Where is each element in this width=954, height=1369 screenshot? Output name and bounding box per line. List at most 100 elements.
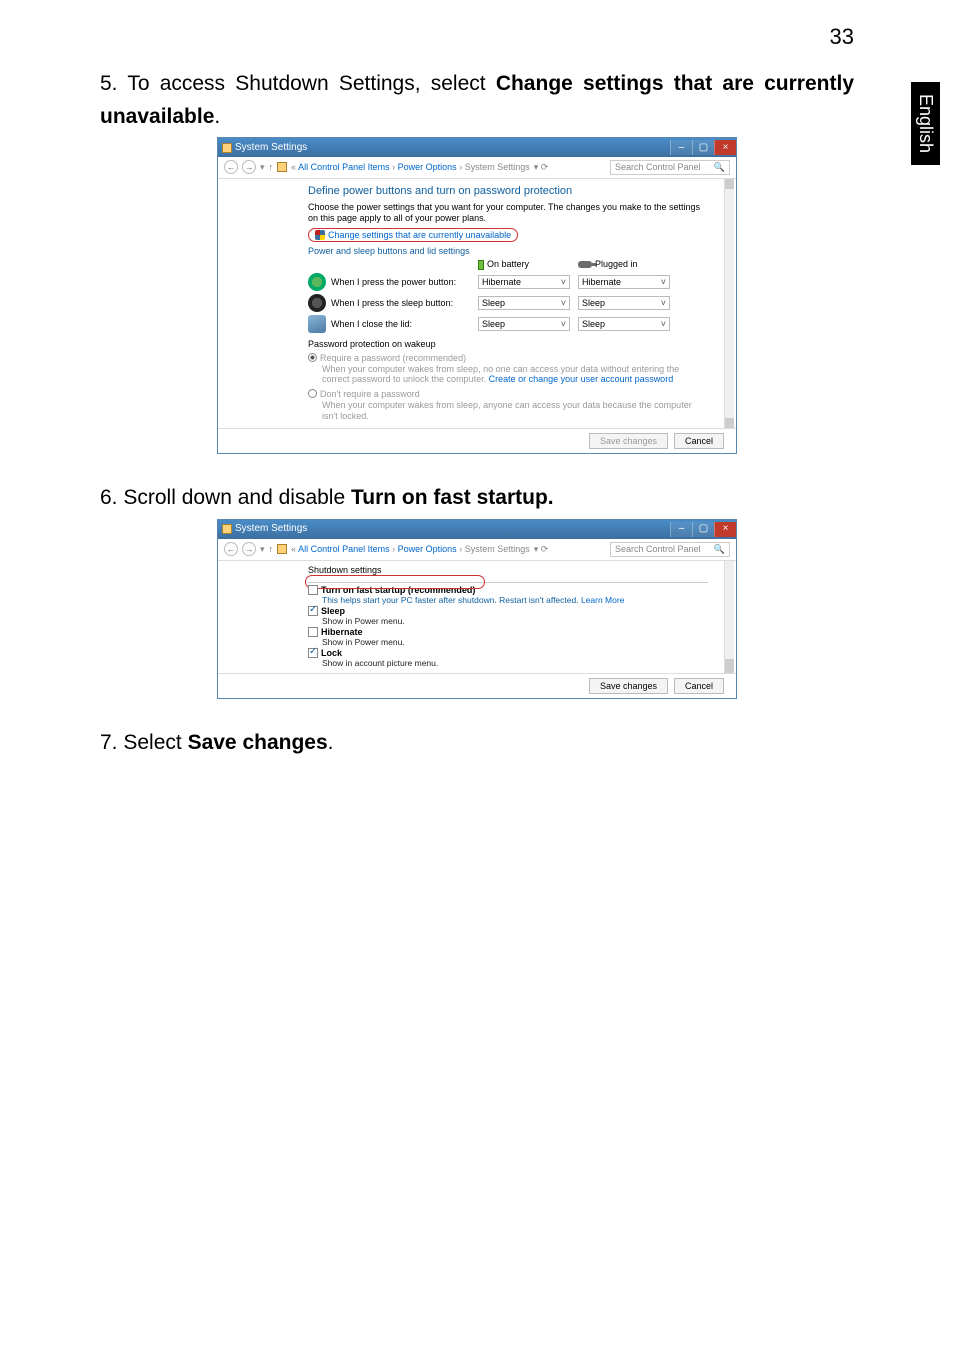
- fast-startup-desc: This helps start your PC faster after sh…: [322, 595, 708, 605]
- section-body: Choose the power settings that you want …: [308, 202, 708, 224]
- section-heading: Define power buttons and turn on passwor…: [308, 185, 708, 198]
- crumb-sep1: ›: [392, 162, 395, 172]
- vertical-scrollbar[interactable]: [724, 561, 734, 673]
- dont-require-password-desc: When your computer wakes from sleep, any…: [322, 400, 708, 422]
- crumb-sep2: ›: [459, 544, 462, 554]
- power-button-icon: [308, 273, 326, 291]
- change-settings-link-text: Change settings that are currently unava…: [328, 230, 511, 240]
- nav-sep: ▾: [260, 544, 265, 555]
- system-settings-window-2: System Settings – ▢ × ← → ▾ ↑ « All Cont…: [217, 519, 737, 699]
- crumb-3: System Settings: [465, 162, 530, 172]
- breadcrumb[interactable]: « All Control Panel Items › Power Option…: [291, 544, 530, 555]
- lock-label: Lock: [321, 648, 342, 658]
- option-sleep: Sleep Show in Power menu.: [308, 606, 708, 627]
- nav-bar: ← → ▾ ↑ « All Control Panel Items › Powe…: [218, 539, 736, 561]
- step-7-part1: 7. Select: [100, 731, 188, 754]
- lid-plugged-select[interactable]: Sleep˅: [578, 317, 670, 332]
- step-6-text: 6. Scroll down and disable Turn on fast …: [100, 482, 854, 515]
- option-hibernate: Hibernate Show in Power menu.: [308, 627, 708, 648]
- option-lock: Lock Show in account picture menu.: [308, 648, 708, 669]
- crumb-pre: «: [291, 544, 296, 554]
- breadcrumb[interactable]: « All Control Panel Items › Power Option…: [291, 162, 530, 173]
- save-changes-button[interactable]: Save changes: [589, 678, 668, 695]
- vertical-scrollbar[interactable]: [724, 179, 734, 428]
- step-5-part1: 5. To access Shutdown Settings, select: [100, 72, 496, 95]
- step-5-part2: .: [214, 105, 220, 128]
- search-input[interactable]: Search Control Panel 🔍: [610, 160, 730, 175]
- maximize-button[interactable]: ▢: [692, 522, 714, 537]
- dialog-footer: Save changes Cancel: [218, 428, 736, 454]
- close-button[interactable]: ×: [714, 140, 736, 155]
- step-7-text: 7. Select Save changes.: [100, 727, 854, 760]
- step-6-part1: 6. Scroll down and disable: [100, 486, 351, 509]
- crumb-1[interactable]: All Control Panel Items: [298, 162, 390, 172]
- system-settings-window-1: System Settings – ▢ × ← → ▾ ↑ « All Cont…: [217, 137, 737, 454]
- password-protection-heading: Password protection on wakeup: [308, 339, 708, 350]
- sleep-button-icon: [308, 294, 326, 312]
- crumb-2[interactable]: Power Options: [398, 162, 457, 172]
- nav-back-button[interactable]: ←: [224, 542, 238, 556]
- step-7-bold: Save changes: [188, 731, 328, 754]
- nav-forward-button[interactable]: →: [242, 160, 256, 174]
- require-password-radio: [308, 353, 317, 362]
- create-change-password-link[interactable]: Create or change your user account passw…: [489, 374, 674, 384]
- power-battery-select[interactable]: Hibernate˅: [478, 275, 570, 290]
- crumb-pre: «: [291, 162, 296, 172]
- step-7-part2: .: [328, 731, 334, 754]
- minimize-button[interactable]: –: [670, 140, 692, 155]
- fast-startup-checkbox[interactable]: [308, 585, 318, 595]
- dialog-footer: Save changes Cancel: [218, 673, 736, 699]
- search-icon: 🔍: [714, 544, 725, 555]
- titlebar: System Settings – ▢ ×: [218, 138, 736, 157]
- plug-icon: [578, 261, 592, 268]
- nav-refresh[interactable]: ▾ ⟳: [534, 544, 549, 555]
- require-password-desc: When your computer wakes from sleep, no …: [322, 364, 708, 386]
- battery-icon: [478, 260, 484, 270]
- window-icon: [222, 143, 232, 153]
- shield-icon: [315, 230, 325, 240]
- lock-desc: Show in account picture menu.: [322, 658, 708, 668]
- sleep-plugged-select[interactable]: Sleep˅: [578, 296, 670, 311]
- nav-refresh[interactable]: ▾ ⟳: [534, 162, 549, 173]
- chevron-down-icon: ˅: [561, 319, 566, 330]
- crumb-2[interactable]: Power Options: [398, 544, 457, 554]
- hibernate-checkbox[interactable]: [308, 627, 318, 637]
- hibernate-desc: Show in Power menu.: [322, 637, 708, 647]
- row-label: When I close the lid:: [331, 319, 478, 330]
- change-settings-link[interactable]: Change settings that are currently unava…: [308, 228, 518, 243]
- close-button[interactable]: ×: [714, 522, 736, 537]
- lock-checkbox[interactable]: [308, 648, 318, 658]
- sleep-checkbox[interactable]: [308, 606, 318, 616]
- col-plugged-in: Plugged in: [578, 259, 678, 270]
- search-placeholder: Search Control Panel: [615, 544, 701, 555]
- row-power-button: When I press the power button: Hibernate…: [308, 273, 708, 291]
- crumb-1[interactable]: All Control Panel Items: [298, 544, 390, 554]
- crumb-sep1: ›: [392, 544, 395, 554]
- nav-up-button[interactable]: ↑: [269, 544, 274, 555]
- lid-battery-select[interactable]: Sleep˅: [478, 317, 570, 332]
- row-label: When I press the sleep button:: [331, 298, 478, 309]
- cancel-button[interactable]: Cancel: [674, 433, 724, 450]
- sleep-battery-select[interactable]: Sleep˅: [478, 296, 570, 311]
- titlebar: System Settings – ▢ ×: [218, 520, 736, 539]
- minimize-button[interactable]: –: [670, 522, 692, 537]
- nav-forward-button[interactable]: →: [242, 542, 256, 556]
- save-changes-button[interactable]: Save changes: [589, 433, 668, 450]
- sub-heading-buttons: Power and sleep buttons and lid settings: [308, 246, 708, 257]
- row-label: When I press the power button:: [331, 277, 478, 288]
- crumb-sep2: ›: [459, 162, 462, 172]
- cancel-button[interactable]: Cancel: [674, 678, 724, 695]
- nav-sep: ▾: [260, 162, 265, 173]
- window-title: System Settings: [235, 523, 307, 535]
- learn-more-link[interactable]: Learn More: [581, 595, 624, 605]
- maximize-button[interactable]: ▢: [692, 140, 714, 155]
- power-plugged-select[interactable]: Hibernate˅: [578, 275, 670, 290]
- nav-back-button[interactable]: ←: [224, 160, 238, 174]
- search-input[interactable]: Search Control Panel 🔍: [610, 542, 730, 557]
- dont-require-password-radio: [308, 389, 317, 398]
- power-settings-grid: On battery Plugged in When I press the p…: [308, 259, 708, 333]
- nav-up-button[interactable]: ↑: [269, 162, 274, 173]
- search-placeholder: Search Control Panel: [615, 162, 701, 173]
- sleep-label: Sleep: [321, 606, 345, 616]
- highlight-oval: [305, 575, 485, 589]
